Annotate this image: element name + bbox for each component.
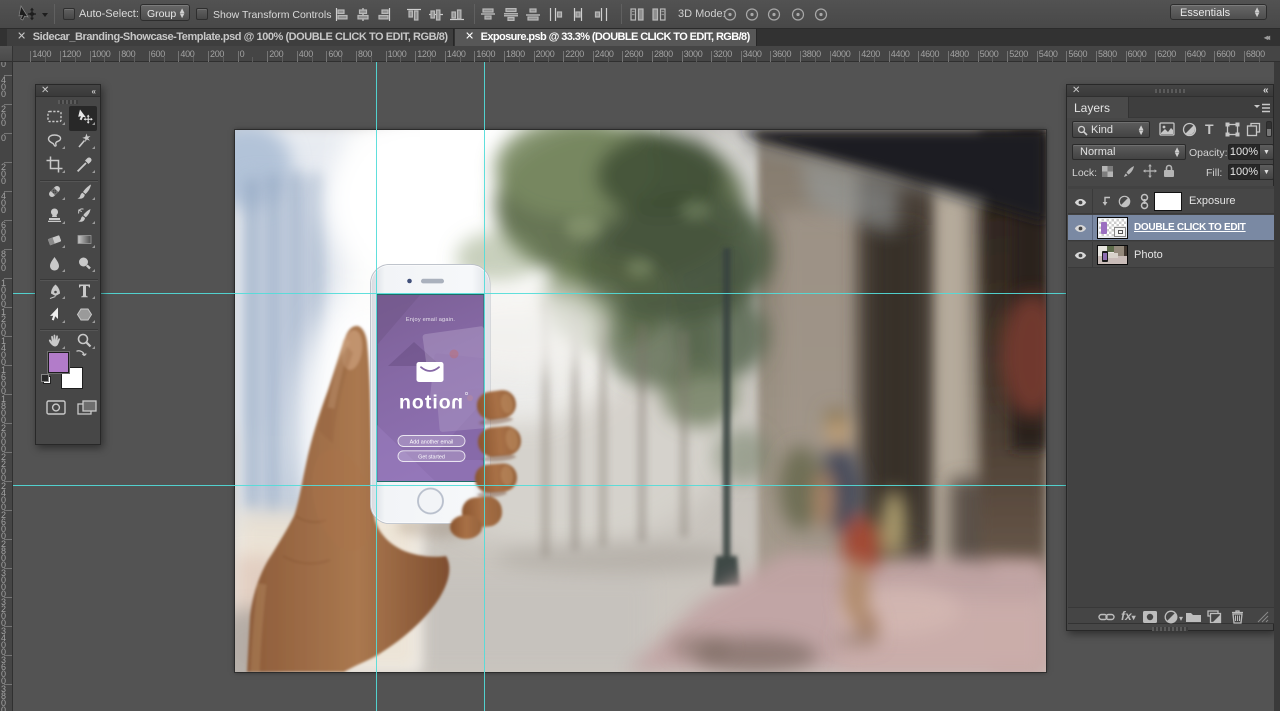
svg-text:Enjoy email again.: Enjoy email again. — [406, 317, 456, 323]
svg-text:n: n — [451, 392, 463, 414]
svg-text:Add another email: Add another email — [410, 439, 454, 445]
svg-text:notio: notio — [399, 392, 452, 414]
svg-text:Get started: Get started — [418, 454, 445, 460]
